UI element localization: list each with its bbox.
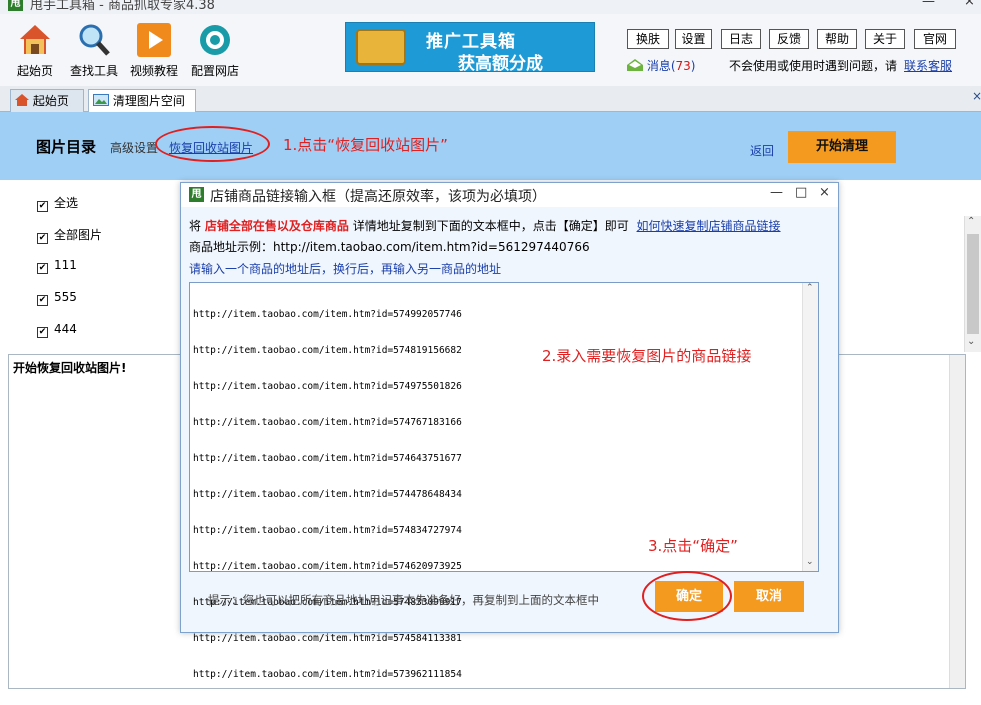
back-link[interactable]: 返回 <box>750 142 774 159</box>
check-select-all[interactable]: ✔ 全选 <box>37 194 78 212</box>
checkbox-checked-icon: ✔ <box>37 295 48 306</box>
tool-video-label: 视频教程 <box>129 64 178 78</box>
url-line: http://item.taobao.com/item.htm?id=57499… <box>193 309 462 320</box>
check-folder-111[interactable]: ✔ 111 <box>37 258 77 274</box>
checkbox-checked-icon: ✔ <box>37 327 48 338</box>
tab-home[interactable]: 起始页 <box>10 89 84 112</box>
url-list: http://item.taobao.com/item.htm?id=57499… <box>193 285 462 705</box>
log-button[interactable]: 日志 <box>721 29 761 49</box>
tool-video[interactable]: 视频教程 <box>123 22 185 79</box>
example-url: 商品地址示例：http://item.taobao.com/item.htm?i… <box>189 240 590 254</box>
dialog-app-icon: 甩 <box>189 187 204 202</box>
url-line: http://item.taobao.com/item.htm?id=57476… <box>193 417 462 428</box>
home-icon <box>17 22 53 58</box>
annotation-step2: 2.录入需要恢复图片的商品链接 <box>542 347 752 365</box>
title-bar: 甩 甩手工具箱 - 商品抓取专家4.38 — × <box>0 0 981 14</box>
search-icon <box>76 22 112 58</box>
header-band: 图片目录 高级设置 恢复回收站图片 1.点击“恢复回收站图片” 返回 开始清理 <box>0 112 981 180</box>
input-instruction: 请输入一个商品的地址后，换行后，再输入另一商品的地址 <box>189 262 502 276</box>
annotation-circle-ok <box>642 571 732 621</box>
log-scrollbar[interactable] <box>949 355 965 688</box>
check-folder-555[interactable]: ✔ 555 <box>37 290 77 306</box>
url-line: http://item.taobao.com/item.htm?id=57483… <box>193 525 462 536</box>
support-link[interactable]: 联系客服 <box>904 57 952 74</box>
close-tab-icon[interactable]: × <box>972 89 981 103</box>
tool-config-label: 配置网店 <box>190 64 239 78</box>
settings-button[interactable]: 设置 <box>675 29 712 49</box>
about-button[interactable]: 关于 <box>865 29 905 49</box>
page-title: 图片目录 <box>36 138 97 156</box>
annotation-step3: 3.点击“确定” <box>648 537 738 555</box>
url-line: http://item.taobao.com/item.htm?id=57462… <box>193 561 462 572</box>
gear-icon <box>197 22 233 58</box>
tab-bar: 起始页 清理图片空间 × <box>0 86 981 112</box>
feedback-button[interactable]: 反馈 <box>769 29 809 49</box>
home-icon <box>15 91 29 106</box>
url-input-dialog: 甩 店铺商品链接输入框（提高还原效率，该项为必填项） — □ × 将 店铺全部在… <box>180 182 839 680</box>
hint-text: 提示：您也可以把所有商品地址用记事本先准备好，再复制到上面的文本框中 <box>208 593 599 607</box>
scroll-thumb[interactable] <box>967 234 979 334</box>
url-line: http://item.taobao.com/item.htm?id=57497… <box>193 381 462 392</box>
log-text: 开始恢复回收站图片! <box>13 361 127 375</box>
tab-clean-images[interactable]: 清理图片空间 <box>88 89 196 112</box>
textarea-scrollbar[interactable]: ⌃ ⌄ <box>802 283 818 571</box>
tool-config[interactable]: 配置网店 <box>184 22 246 79</box>
advanced-settings-link[interactable]: 高级设置 <box>110 139 158 156</box>
check-all-images[interactable]: ✔ 全部图片 <box>37 226 102 244</box>
url-textarea[interactable]: http://item.taobao.com/item.htm?id=57499… <box>189 282 819 680</box>
checkbox-checked-icon: ✔ <box>37 263 48 274</box>
start-clean-button[interactable]: 开始清理 <box>788 131 896 163</box>
dialog-minimize-button[interactable]: — <box>770 185 783 200</box>
url-line: http://item.taobao.com/item.htm?id=57447… <box>193 489 462 500</box>
envelope-icon <box>627 59 643 71</box>
dialog-titlebar: 甩 店铺商品链接输入框（提高还原效率，该项为必填项） — □ × <box>181 183 838 207</box>
skin-button[interactable]: 换肤 <box>627 29 669 49</box>
folder-scrollbar[interactable]: ⌃ ⌄ <box>964 216 981 352</box>
scroll-up-icon[interactable]: ⌃ <box>967 216 975 227</box>
scroll-up-icon[interactable]: ⌃ <box>806 283 814 293</box>
dialog-instruction-line: 将 店铺全部在售以及仓库商品 详情地址复制到下面的文本框中，点击【确定】即可 如… <box>189 219 781 233</box>
scroll-down-icon[interactable]: ⌄ <box>806 557 814 567</box>
url-line: http://item.taobao.com/item.htm?id=57458… <box>193 633 462 644</box>
image-icon <box>93 91 109 106</box>
dialog-title: 店铺商品链接输入框（提高还原效率，该项为必填项） <box>210 189 546 205</box>
dialog-close-button[interactable]: × <box>819 185 830 200</box>
minimize-button[interactable]: — <box>922 0 935 9</box>
tool-home-label: 起始页 <box>16 64 53 78</box>
help-button[interactable]: 帮助 <box>817 29 857 49</box>
url-line: http://item.taobao.com/item.htm?id=57396… <box>193 669 462 680</box>
check-folder-444[interactable]: ✔ 444 <box>37 322 77 338</box>
messages-link[interactable]: 消息(73) <box>647 59 696 73</box>
scroll-down-icon[interactable]: ⌄ <box>967 336 975 347</box>
url-line: http://item.taobao.com/item.htm?id=57481… <box>193 345 462 356</box>
play-icon <box>136 22 172 58</box>
checkbox-checked-icon: ✔ <box>37 233 48 244</box>
checkbox-checked-icon: ✔ <box>37 201 48 212</box>
annotation-circle-restore <box>155 126 270 162</box>
tool-search-label: 查找工具 <box>69 64 118 78</box>
banner-line2: 获高额分成 <box>458 54 543 74</box>
promo-banner[interactable]: 推广工具箱 获高额分成 <box>345 22 595 74</box>
annotation-step1: 1.点击“恢复回收站图片” <box>283 136 448 154</box>
website-button[interactable]: 官网 <box>914 29 956 49</box>
dialog-maximize-button[interactable]: □ <box>795 185 807 200</box>
tab-home-label: 起始页 <box>32 94 69 108</box>
howto-copy-link[interactable]: 如何快速复制店铺商品链接 <box>637 219 781 233</box>
messages-count: 73 <box>675 59 691 73</box>
support-notice: 不会使用或使用时遇到问题，请 <box>729 59 898 73</box>
tool-search[interactable]: 查找工具 <box>63 22 125 79</box>
tool-home[interactable]: 起始页 <box>4 22 66 79</box>
treasure-chest-icon <box>356 29 406 65</box>
cancel-button[interactable]: 取消 <box>734 581 804 612</box>
window-title: 甩手工具箱 - 商品抓取专家4.38 <box>30 0 215 13</box>
app-icon: 甩 <box>8 0 23 11</box>
highlight-text: 店铺全部在售以及仓库商品 <box>204 219 349 233</box>
tab-clean-images-label: 清理图片空间 <box>112 94 185 108</box>
message-row: 消息(73) <box>627 57 695 74</box>
url-line: http://item.taobao.com/item.htm?id=57464… <box>193 453 462 464</box>
close-window-button[interactable]: × <box>964 0 975 9</box>
